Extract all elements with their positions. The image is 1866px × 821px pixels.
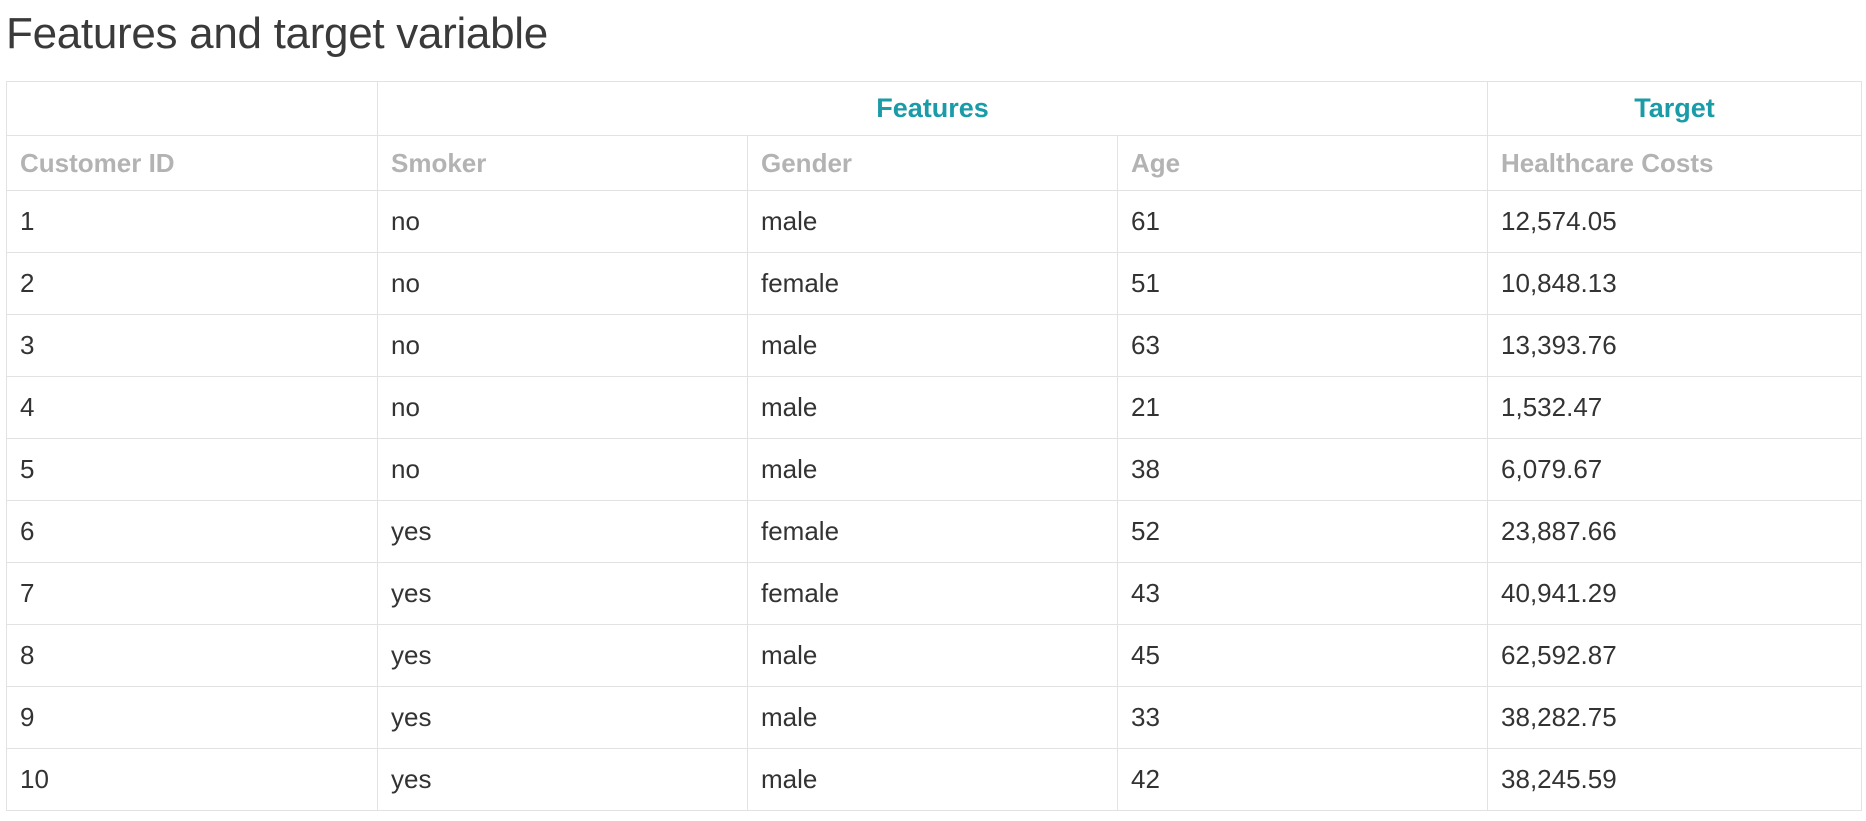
cell-customer-id: 10 bbox=[6, 748, 378, 811]
cell-healthcare-costs: 62,592.87 bbox=[1487, 624, 1863, 687]
cell-customer-id: 9 bbox=[6, 686, 378, 749]
cell-smoker: yes bbox=[377, 500, 748, 563]
cell-age: 45 bbox=[1116, 624, 1489, 687]
table-body: 1 no male 61 12,574.05 2 no female 51 10… bbox=[6, 190, 1863, 811]
column-header-customer-id[interactable]: Customer ID bbox=[6, 135, 378, 191]
cell-age: 33 bbox=[1116, 686, 1489, 749]
cell-age: 63 bbox=[1116, 314, 1489, 377]
page: Features and target variable Features Ta… bbox=[0, 0, 1866, 821]
cell-customer-id: 7 bbox=[6, 562, 378, 625]
cell-age: 61 bbox=[1116, 190, 1489, 253]
cell-smoker: yes bbox=[377, 562, 748, 625]
cell-customer-id: 3 bbox=[6, 314, 378, 377]
cell-gender: male bbox=[747, 190, 1118, 253]
cell-age: 51 bbox=[1116, 252, 1489, 315]
cell-age: 42 bbox=[1116, 748, 1489, 811]
table-row: 6 yes female 52 23,887.66 bbox=[6, 500, 1863, 563]
cell-healthcare-costs: 38,282.75 bbox=[1487, 686, 1863, 749]
cell-healthcare-costs: 23,887.66 bbox=[1487, 500, 1863, 563]
cell-smoker: no bbox=[377, 314, 748, 377]
column-header-row: Customer ID Smoker Gender Age Healthcare… bbox=[6, 135, 1863, 191]
cell-gender: male bbox=[747, 376, 1118, 439]
group-header-features: Features bbox=[376, 81, 1489, 136]
data-table: Features Target Customer ID Smoker Gende… bbox=[6, 81, 1863, 811]
cell-customer-id: 8 bbox=[6, 624, 378, 687]
cell-smoker: yes bbox=[377, 686, 748, 749]
cell-gender: male bbox=[747, 686, 1118, 749]
group-header-row: Features Target bbox=[6, 81, 1863, 136]
cell-gender: male bbox=[747, 438, 1118, 501]
cell-customer-id: 6 bbox=[6, 500, 378, 563]
table-row: 2 no female 51 10,848.13 bbox=[6, 252, 1863, 315]
cell-age: 52 bbox=[1116, 500, 1489, 563]
column-header-gender[interactable]: Gender bbox=[747, 135, 1118, 191]
cell-gender: male bbox=[747, 314, 1118, 377]
cell-customer-id: 4 bbox=[6, 376, 378, 439]
table-row: 9 yes male 33 38,282.75 bbox=[6, 686, 1863, 749]
cell-smoker: yes bbox=[377, 624, 748, 687]
group-header-target: Target bbox=[1487, 81, 1863, 136]
table-row: 3 no male 63 13,393.76 bbox=[6, 314, 1863, 377]
page-title: Features and target variable bbox=[6, 9, 548, 58]
cell-smoker: no bbox=[377, 252, 748, 315]
cell-gender: female bbox=[747, 252, 1118, 315]
cell-customer-id: 5 bbox=[6, 438, 378, 501]
cell-healthcare-costs: 12,574.05 bbox=[1487, 190, 1863, 253]
cell-customer-id: 2 bbox=[6, 252, 378, 315]
cell-age: 43 bbox=[1116, 562, 1489, 625]
cell-healthcare-costs: 13,393.76 bbox=[1487, 314, 1863, 377]
cell-healthcare-costs: 38,245.59 bbox=[1487, 748, 1863, 811]
table-row: 4 no male 21 1,532.47 bbox=[6, 376, 1863, 439]
column-header-age[interactable]: Age bbox=[1116, 135, 1489, 191]
table-row: 5 no male 38 6,079.67 bbox=[6, 438, 1863, 501]
cell-gender: female bbox=[747, 500, 1118, 563]
cell-healthcare-costs: 10,848.13 bbox=[1487, 252, 1863, 315]
cell-gender: male bbox=[747, 624, 1118, 687]
table-row: 10 yes male 42 38,245.59 bbox=[6, 748, 1863, 811]
column-header-smoker[interactable]: Smoker bbox=[377, 135, 748, 191]
cell-customer-id: 1 bbox=[6, 190, 378, 253]
column-header-healthcare-costs[interactable]: Healthcare Costs bbox=[1487, 135, 1863, 191]
cell-smoker: no bbox=[377, 438, 748, 501]
cell-age: 21 bbox=[1116, 376, 1489, 439]
cell-smoker: no bbox=[377, 190, 748, 253]
table-row: 1 no male 61 12,574.05 bbox=[6, 190, 1863, 253]
cell-gender: female bbox=[747, 562, 1118, 625]
table-row: 8 yes male 45 62,592.87 bbox=[6, 624, 1863, 687]
cell-age: 38 bbox=[1116, 438, 1489, 501]
group-header-empty bbox=[6, 81, 378, 136]
cell-smoker: no bbox=[377, 376, 748, 439]
table-row: 7 yes female 43 40,941.29 bbox=[6, 562, 1863, 625]
cell-healthcare-costs: 1,532.47 bbox=[1487, 376, 1863, 439]
cell-healthcare-costs: 40,941.29 bbox=[1487, 562, 1863, 625]
cell-smoker: yes bbox=[377, 748, 748, 811]
cell-healthcare-costs: 6,079.67 bbox=[1487, 438, 1863, 501]
cell-gender: male bbox=[747, 748, 1118, 811]
